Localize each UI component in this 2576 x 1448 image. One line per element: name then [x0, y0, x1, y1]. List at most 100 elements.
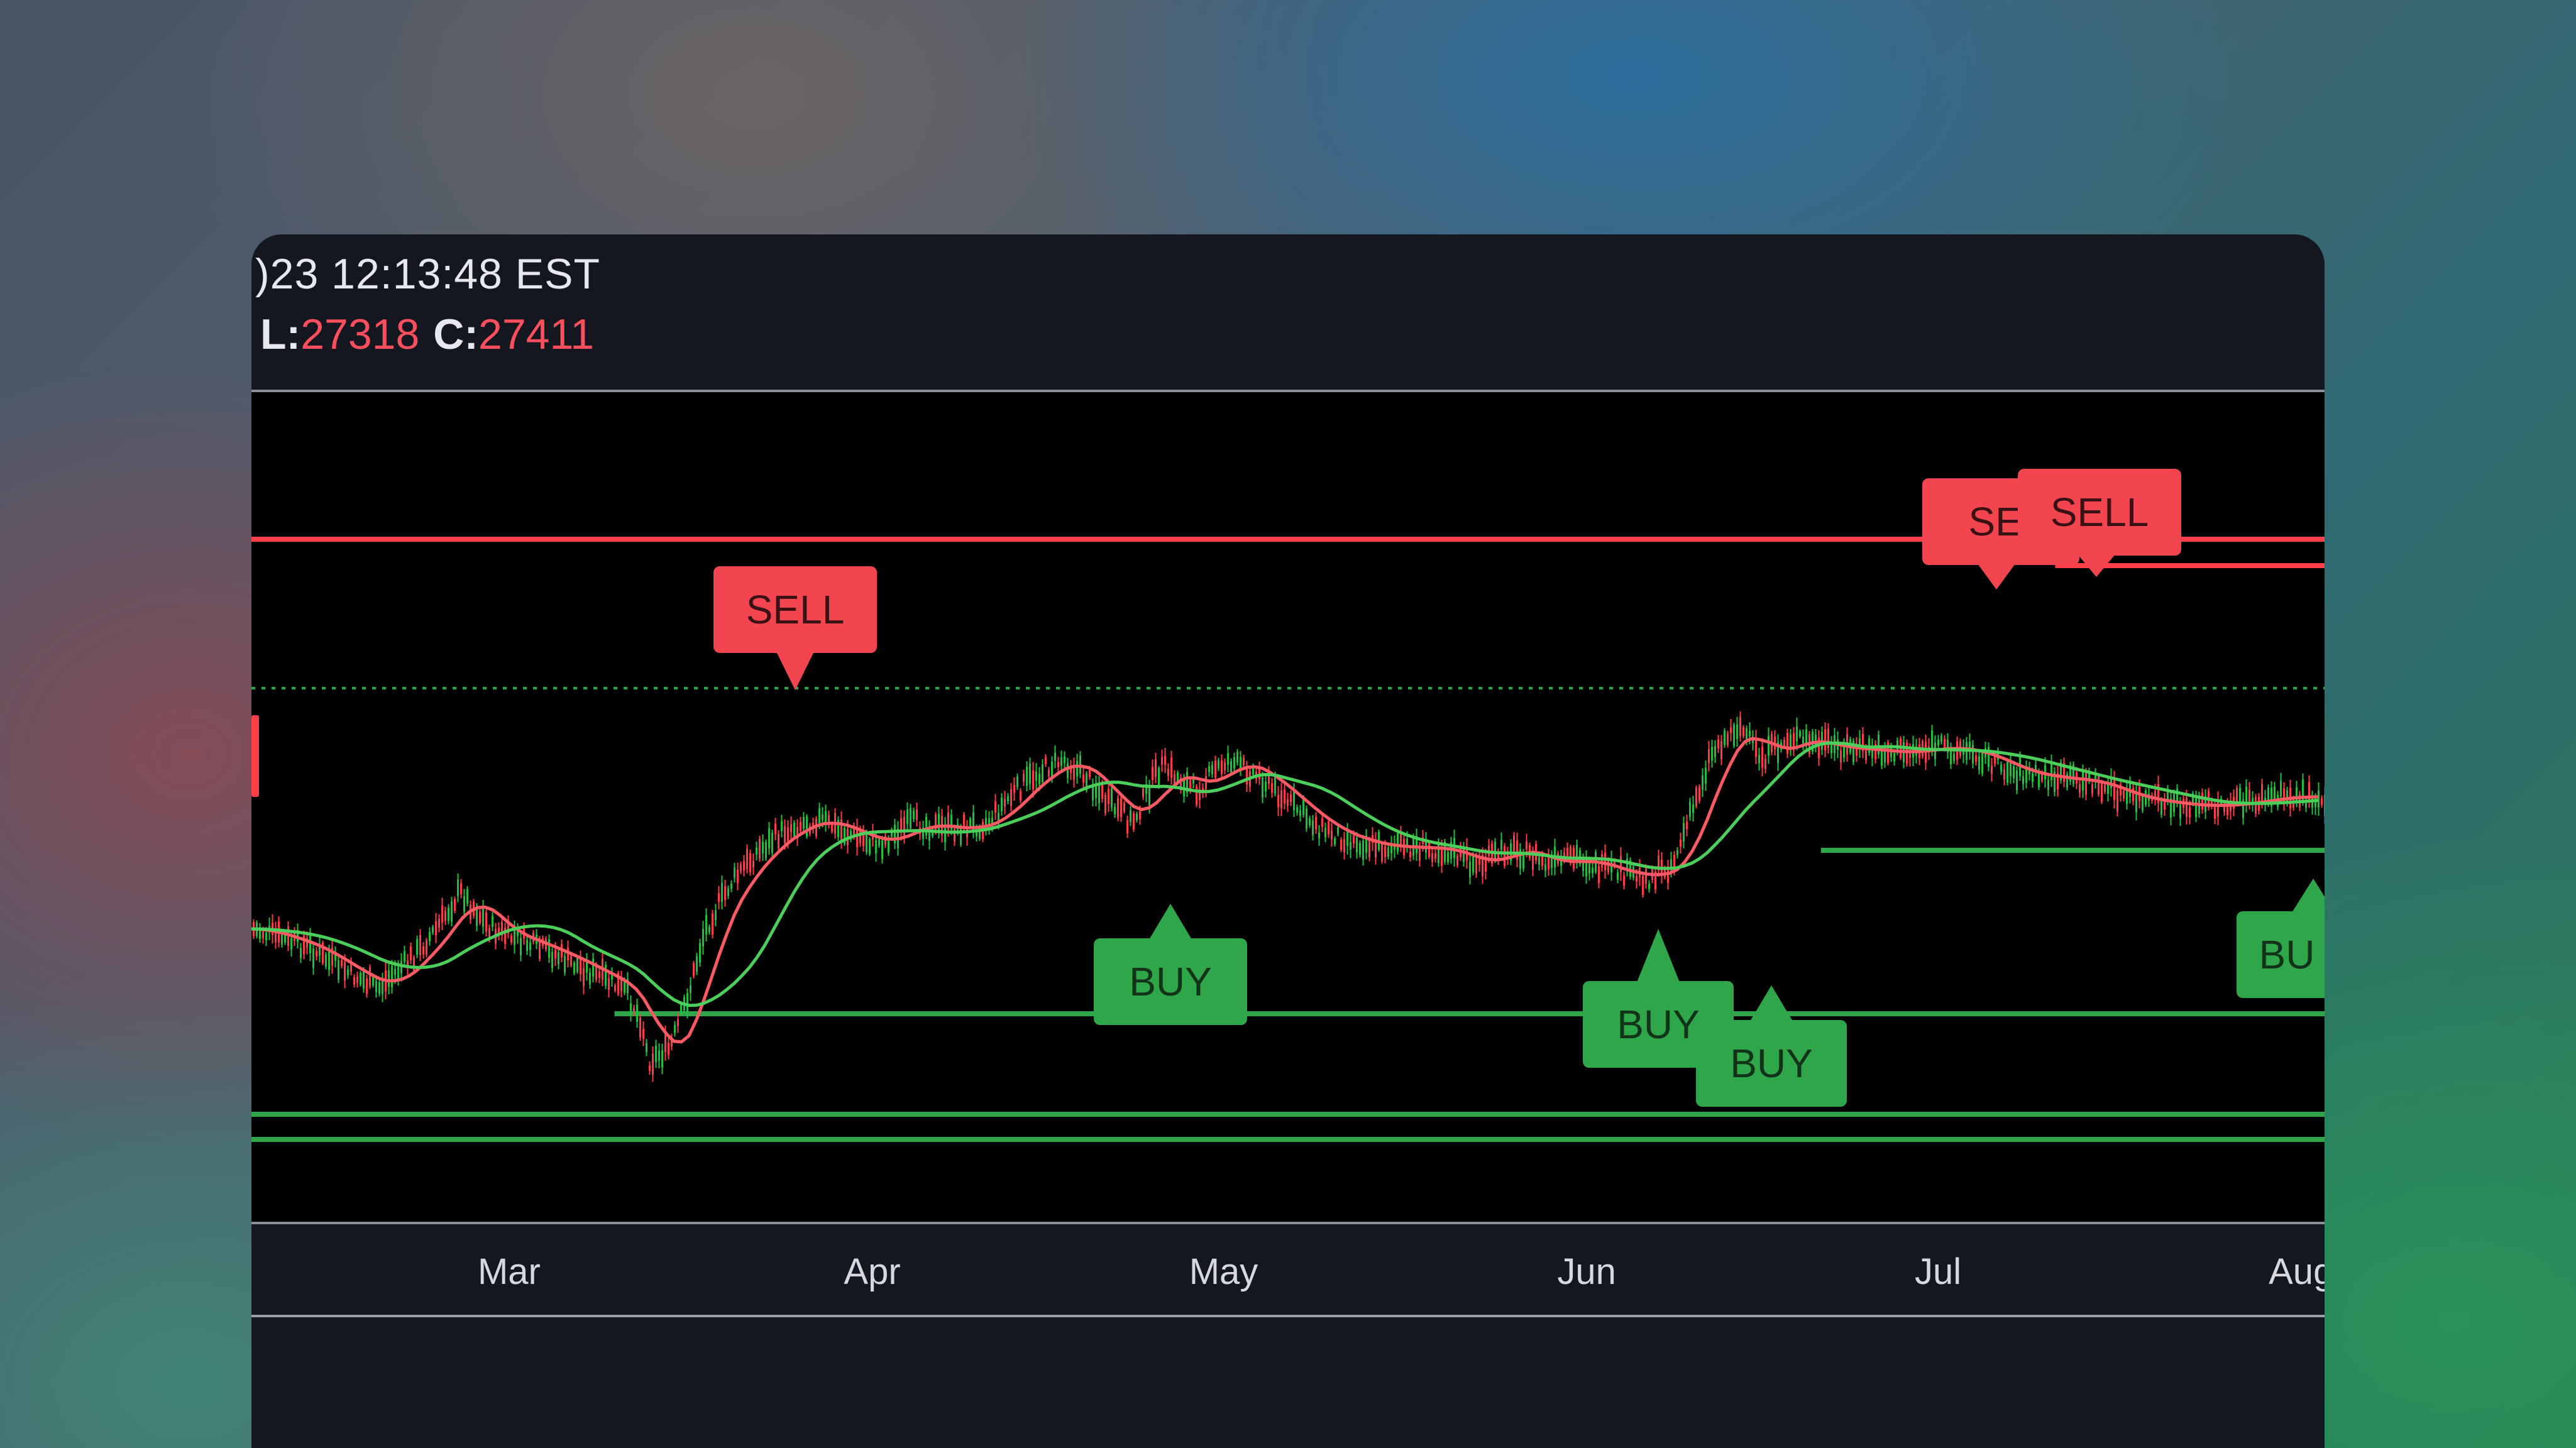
candle-body: [391, 966, 393, 987]
candle-body: [1337, 827, 1339, 835]
candle-body: [466, 889, 468, 904]
candle-body: [290, 938, 292, 950]
candle-body: [1218, 760, 1219, 769]
candle-body: [1076, 760, 1078, 777]
candle-body: [1224, 762, 1226, 771]
candle-body: [1023, 774, 1025, 782]
candle-body: [366, 979, 368, 994]
candle-body: [938, 813, 940, 831]
candle-body: [338, 960, 339, 980]
candle-body: [1551, 858, 1553, 868]
candle-body: [1601, 854, 1603, 868]
candle-body: [1799, 731, 1801, 737]
candle-body: [649, 1065, 651, 1071]
candle-body: [2145, 790, 2147, 805]
candle-body: [316, 951, 317, 957]
candle-body: [1786, 733, 1788, 754]
candle-body: [712, 913, 713, 935]
price-chart[interactable]: SELL BUY BUY BUY SEI SELL BU Mar Apr May Jun Jul Au…: [251, 388, 2325, 1394]
candle-body: [1104, 794, 1106, 814]
candle-body: [1475, 856, 1477, 874]
candle-body: [1975, 755, 1977, 762]
candle-body: [1827, 728, 1829, 749]
candle-body: [715, 910, 717, 920]
candle-body: [1004, 799, 1006, 806]
candle-body: [1117, 798, 1119, 818]
candle-body: [375, 980, 377, 992]
candle-body: [759, 838, 761, 859]
candle-body: [2217, 799, 2219, 817]
candle-body: [1526, 841, 1527, 850]
candle-body: [1796, 726, 1798, 742]
candle-body: [913, 810, 915, 820]
candle-body: [1705, 767, 1707, 784]
candle-body: [1318, 833, 1320, 838]
candle-body: [1158, 768, 1160, 787]
candle-body: [1381, 843, 1383, 862]
candle-body: [668, 1043, 669, 1055]
candle-body: [1331, 830, 1333, 840]
candle-body: [639, 1017, 641, 1038]
candle-body: [1931, 730, 1933, 751]
candle-body: [743, 861, 745, 871]
candle-body: [492, 916, 493, 927]
candle-body: [422, 946, 424, 955]
candle-body: [869, 839, 871, 854]
candle-body: [1478, 858, 1480, 865]
candle-body: [1001, 798, 1003, 812]
candle-body: [636, 1004, 638, 1023]
candle-body: [1648, 884, 1650, 889]
candle-body: [1717, 739, 1719, 749]
candle-body: [1356, 838, 1358, 853]
candle-body: [1588, 863, 1590, 874]
candle-body: [1328, 821, 1329, 835]
candle-body: [1419, 847, 1421, 861]
candle-body: [444, 911, 446, 921]
candle-body: [438, 919, 440, 928]
candle-body: [1227, 753, 1229, 765]
candle-body: [369, 967, 371, 987]
candle-body: [1123, 803, 1125, 811]
candle-body: [778, 834, 779, 848]
candle-body: [1893, 753, 1895, 762]
price-chart-svg[interactable]: SELLBUYBUYBUYSEI SELLBU Mar Apr May Jun Jul Au…: [251, 388, 2325, 1394]
candle-body: [1343, 839, 1345, 852]
candle-body: [1727, 733, 1729, 745]
candle-body: [1136, 813, 1138, 821]
candle-body: [2280, 781, 2282, 797]
candle-body: [435, 921, 437, 935]
candle-body: [1972, 745, 1974, 764]
candle-body: [1623, 875, 1625, 886]
candle-body: [564, 956, 566, 973]
candle-body: [806, 816, 808, 837]
candle-body: [265, 933, 267, 941]
candle-body: [916, 809, 918, 820]
candle-body: [718, 893, 720, 902]
price-marker-clip: [251, 715, 259, 797]
x-axis-tick-label: Apr: [844, 1251, 900, 1292]
candle-body: [1702, 776, 1704, 790]
candle-body: [1749, 730, 1751, 737]
candle-body: [2324, 795, 2325, 816]
candle-body: [1060, 757, 1062, 766]
candle-body: [1469, 861, 1471, 877]
candle-body: [1114, 806, 1116, 814]
candle-body: [2113, 779, 2115, 800]
candle-body: [1139, 811, 1141, 820]
candle-body: [1082, 774, 1084, 783]
candle-body: [388, 970, 390, 987]
candle-body: [1764, 759, 1766, 769]
candle-body: [784, 826, 786, 843]
candle-body: [2006, 762, 2008, 782]
candle-body: [410, 946, 412, 960]
candle-body: [633, 1007, 635, 1013]
candle-body: [598, 971, 600, 978]
candle-body: [1620, 855, 1622, 872]
candle-body: [1384, 846, 1386, 857]
candle-body: [2003, 769, 2005, 780]
candle-body: [1293, 790, 1295, 811]
candle-body: [1196, 786, 1197, 805]
candle-body: [2079, 784, 2081, 793]
candle-body: [614, 985, 616, 991]
candle-body: [2274, 786, 2276, 801]
